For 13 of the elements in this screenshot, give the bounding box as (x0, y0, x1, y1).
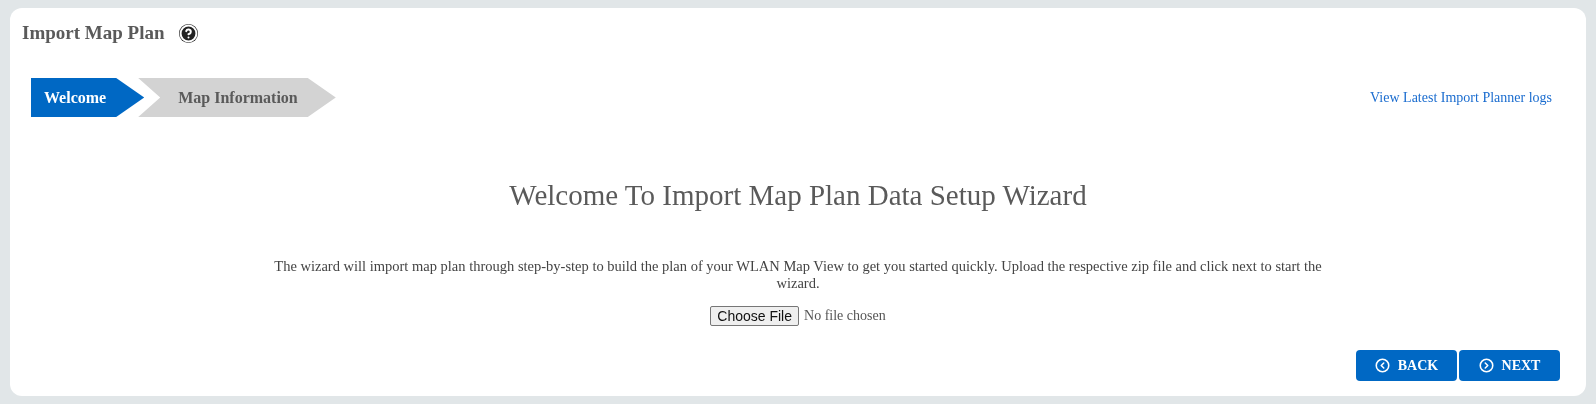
wizard-step[interactable]: Map Information (138, 78, 336, 117)
chevron-right-icon (1478, 358, 1494, 373)
choose-file-button[interactable]: Choose File (710, 306, 799, 326)
chevron-left-icon (1374, 358, 1390, 373)
page-title: Import Map Plan (22, 22, 165, 44)
next-button[interactable]: NEXT (1459, 350, 1560, 381)
file-status: No file chosen (804, 308, 886, 324)
wizard-step[interactable]: Welcome (31, 78, 145, 117)
wizard-heading: Welcome To Import Map Plan Data Setup Wizard (508, 179, 1088, 212)
help-icon[interactable] (178, 23, 198, 43)
wizard-description: The wizard will import map plan through step-by-step to build the plan of your WLAN Map View to get you started quickly. Upload the respective zip file and click next to start the wizard. (273, 258, 1323, 292)
back-button[interactable]: BACK (1356, 350, 1457, 381)
logs-link[interactable]: View Latest Import Planner logs (1370, 89, 1552, 106)
